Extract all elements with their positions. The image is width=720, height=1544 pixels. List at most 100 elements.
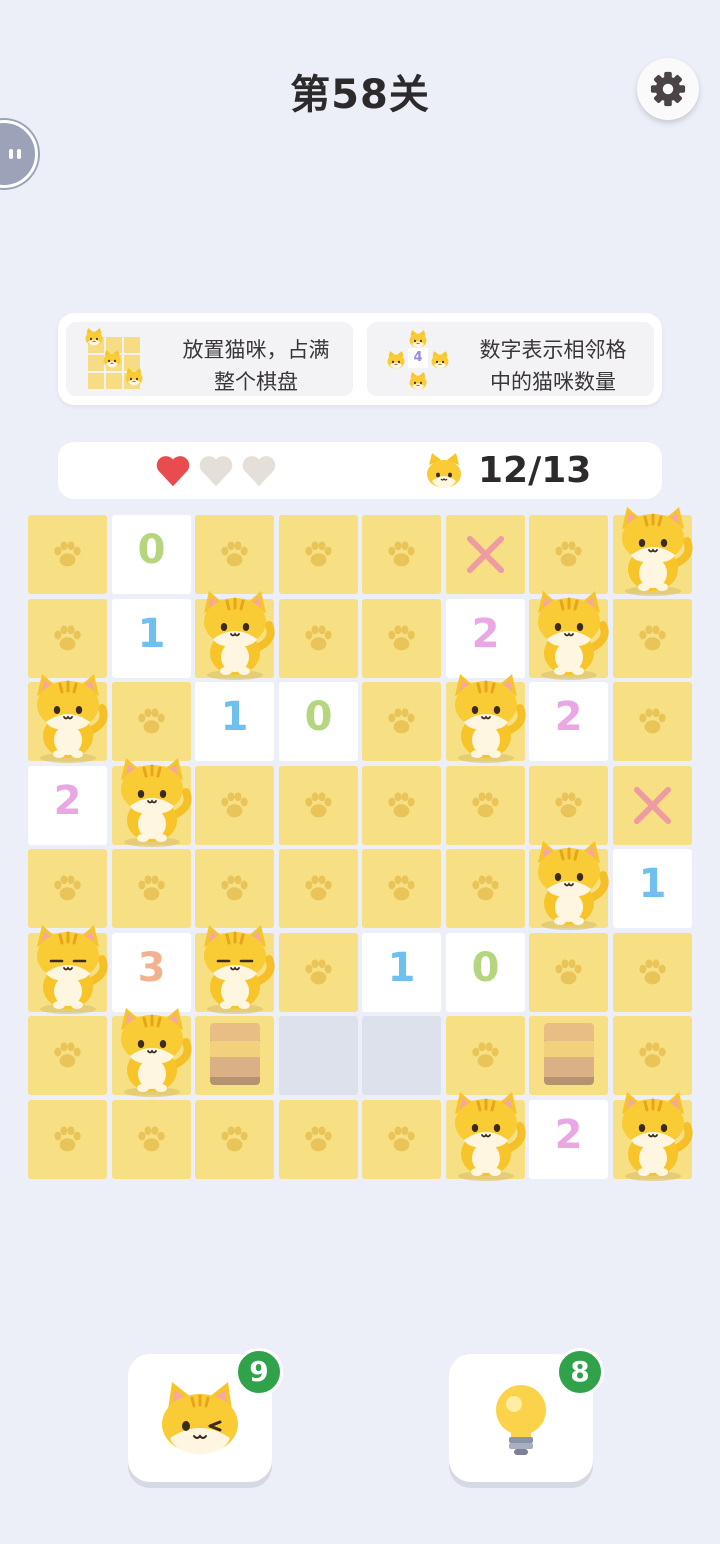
empty-cell[interactable] bbox=[28, 849, 107, 928]
empty-cell[interactable] bbox=[362, 599, 441, 678]
empty-cell[interactable] bbox=[529, 515, 608, 594]
marked-cell[interactable] bbox=[613, 766, 692, 845]
empty-cell[interactable] bbox=[362, 1100, 441, 1179]
empty-cell[interactable] bbox=[446, 766, 525, 845]
paw-icon bbox=[50, 1038, 85, 1073]
paw-icon bbox=[301, 871, 336, 906]
number-cell[interactable]: 2 bbox=[529, 682, 608, 761]
empty-cell[interactable] bbox=[28, 599, 107, 678]
paw-icon bbox=[50, 1122, 85, 1157]
marked-cell[interactable] bbox=[446, 515, 525, 594]
empty-cell[interactable] bbox=[362, 682, 441, 761]
paw-icon bbox=[635, 621, 670, 656]
empty-cell[interactable] bbox=[613, 682, 692, 761]
empty-cell[interactable] bbox=[28, 1100, 107, 1179]
number-cell[interactable]: 0 bbox=[446, 933, 525, 1012]
empty-cell[interactable] bbox=[112, 849, 191, 928]
empty-cell[interactable] bbox=[279, 766, 358, 845]
cat-cell[interactable] bbox=[613, 515, 692, 594]
paw-icon bbox=[635, 1038, 670, 1073]
blocked-cell bbox=[529, 1016, 608, 1095]
paw-icon bbox=[50, 871, 85, 906]
paw-icon bbox=[301, 955, 336, 990]
cat-cell[interactable] bbox=[613, 1100, 692, 1179]
rule-text-line2: 整个棋盘 bbox=[214, 370, 298, 394]
empty-cell[interactable] bbox=[279, 599, 358, 678]
lightbulb-icon bbox=[496, 1385, 546, 1455]
cat-cell[interactable] bbox=[195, 599, 274, 678]
rule-text-line1: 数字表示相邻格 bbox=[479, 338, 627, 362]
paw-icon bbox=[50, 537, 85, 572]
number-cell[interactable]: 1 bbox=[613, 849, 692, 928]
empty-cell[interactable] bbox=[279, 849, 358, 928]
paw-icon bbox=[384, 704, 419, 739]
cat-cell[interactable] bbox=[28, 933, 107, 1012]
number-cell[interactable]: 2 bbox=[28, 766, 107, 845]
empty-cell[interactable] bbox=[28, 515, 107, 594]
number-rule-illustration: 4 bbox=[381, 327, 453, 393]
empty-cell[interactable] bbox=[195, 766, 274, 845]
number-cell[interactable]: 1 bbox=[195, 682, 274, 761]
hint-booster-button[interactable]: 8 bbox=[449, 1348, 604, 1482]
paw-icon bbox=[468, 1038, 503, 1073]
paw-icon bbox=[217, 871, 252, 906]
cell-number: 0 bbox=[471, 945, 500, 991]
empty-cell[interactable] bbox=[362, 515, 441, 594]
empty-cell[interactable] bbox=[446, 1016, 525, 1095]
empty-cell[interactable] bbox=[279, 933, 358, 1012]
paw-icon bbox=[635, 955, 670, 990]
settings-button[interactable] bbox=[637, 58, 699, 120]
empty-cell[interactable] bbox=[112, 682, 191, 761]
number-cell[interactable]: 3 bbox=[112, 933, 191, 1012]
empty-cell[interactable] bbox=[362, 849, 441, 928]
page-title: 第58关 bbox=[290, 72, 430, 118]
floating-assistant-button[interactable] bbox=[0, 120, 38, 188]
paw-icon bbox=[134, 704, 169, 739]
empty-cell[interactable] bbox=[613, 1016, 692, 1095]
paw-icon bbox=[217, 537, 252, 572]
cat-icon bbox=[611, 1090, 695, 1182]
cell-number: 2 bbox=[53, 778, 82, 824]
wooden-block-icon bbox=[544, 1023, 594, 1085]
empty-cell[interactable] bbox=[195, 1100, 274, 1179]
cat-cell[interactable] bbox=[529, 849, 608, 928]
empty-cell[interactable] bbox=[613, 933, 692, 1012]
number-cell[interactable]: 2 bbox=[446, 599, 525, 678]
empty-cell[interactable] bbox=[279, 515, 358, 594]
number-cell[interactable]: 1 bbox=[362, 933, 441, 1012]
empty-cell[interactable] bbox=[28, 1016, 107, 1095]
cat-cell[interactable] bbox=[112, 766, 191, 845]
cats-placed-counter: 12/13 bbox=[478, 450, 592, 491]
rule-text-line2: 中的猫咪数量 bbox=[490, 370, 616, 394]
number-cell[interactable]: 1 bbox=[112, 599, 191, 678]
cat-cell[interactable] bbox=[446, 682, 525, 761]
cell-number: 1 bbox=[220, 694, 249, 740]
cat-icon bbox=[444, 1090, 528, 1182]
number-cell[interactable]: 0 bbox=[112, 515, 191, 594]
cell-number: 0 bbox=[304, 694, 333, 740]
empty-cell[interactable] bbox=[112, 1100, 191, 1179]
paw-icon bbox=[551, 788, 586, 823]
number-cell[interactable]: 2 bbox=[529, 1100, 608, 1179]
place-cat-booster-button[interactable]: 9 bbox=[128, 1348, 283, 1482]
empty-cell[interactable] bbox=[446, 849, 525, 928]
empty-cell[interactable] bbox=[195, 515, 274, 594]
empty-cell[interactable] bbox=[529, 933, 608, 1012]
empty-cell[interactable] bbox=[613, 599, 692, 678]
void-cell bbox=[279, 1016, 358, 1095]
cat-cell[interactable] bbox=[195, 933, 274, 1012]
cat-cell[interactable] bbox=[112, 1016, 191, 1095]
empty-cell[interactable] bbox=[279, 1100, 358, 1179]
cat-cell[interactable] bbox=[28, 682, 107, 761]
rule-card-fill-board: 放置猫咪，占满 整个棋盘 bbox=[66, 322, 353, 396]
number-cell[interactable]: 0 bbox=[279, 682, 358, 761]
cat-cell[interactable] bbox=[446, 1100, 525, 1179]
cell-number: 3 bbox=[137, 945, 166, 991]
cat-cell[interactable] bbox=[529, 599, 608, 678]
cell-number: 2 bbox=[554, 694, 583, 740]
empty-cell[interactable] bbox=[362, 766, 441, 845]
paw-icon bbox=[217, 1122, 252, 1157]
cell-number: 0 bbox=[137, 527, 166, 573]
empty-cell[interactable] bbox=[195, 849, 274, 928]
empty-cell[interactable] bbox=[529, 766, 608, 845]
